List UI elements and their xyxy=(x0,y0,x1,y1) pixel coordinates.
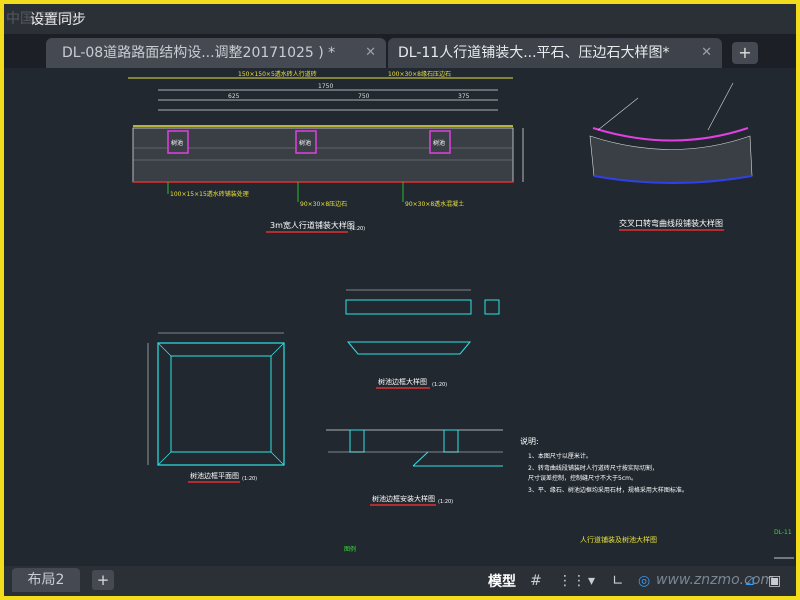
dim-right: 375 xyxy=(458,93,470,100)
status-bar: 布局2 + 模型 # ⋮⋮ ▾ ∟ ◎ www.znzmo.com ⊿ ▣ xyxy=(4,566,796,596)
corner-mark: 图例 xyxy=(344,545,356,553)
stone-scale: (1:20) xyxy=(432,382,447,388)
callout-bottom-3: 90×30×8透水混凝土 xyxy=(405,200,464,208)
tab-dl11[interactable]: DL-11人行道铺装大...平石、压边石大样图* ✕ xyxy=(388,38,722,68)
cad-drawing: 150×150×5透水砖人行道砖 100×30×8缘石压边石 1750 625 … xyxy=(128,70,794,559)
sheet-title: 人行道铺装及树池大样图 xyxy=(580,535,657,544)
install-section: 树池边框安装大样图 (1:20) xyxy=(326,429,503,506)
tab-label: DL-08道路路面结构设...调整20171025 ) * xyxy=(62,45,336,61)
square-title: 树池边框平面图 xyxy=(190,471,239,480)
note-line: 2、转弯曲线段铺装时人行道砖尺寸按实际切割， xyxy=(528,464,658,472)
callout-bottom-2: 90×30×8压边石 xyxy=(300,200,347,208)
new-tab-button[interactable]: + xyxy=(732,42,758,64)
app-window: 中国建筑网 设置同步 DL-08道路路面结构设...调整20171025 ) *… xyxy=(0,0,800,600)
chevron-down-icon[interactable]: ▾ xyxy=(588,570,595,592)
model-space-button[interactable]: 模型 xyxy=(488,571,524,593)
dim-mid: 750 xyxy=(358,93,370,100)
add-layout-button[interactable]: + xyxy=(92,570,114,590)
tab-label: DL-11人行道铺装大...平石、压边石大样图* xyxy=(398,45,670,61)
plan-title: 3m宽人行道铺装大样图 xyxy=(270,220,355,230)
tree-pit-label: 树池 xyxy=(433,139,445,147)
close-icon[interactable]: ✕ xyxy=(365,38,376,68)
stone-title: 树池边框大样图 xyxy=(378,377,427,386)
note-line: 3、平、缘石、树池边框均采用石材，规格采用大样图标准。 xyxy=(528,486,688,494)
polar-tracking-icon[interactable]: ◎ xyxy=(638,570,650,592)
callout-top-right: 100×30×8缘石压边石 xyxy=(388,70,451,78)
tree-pit-plan: 树池边框平面图 (1:20) xyxy=(147,332,285,483)
section-title: 树池边框安装大样图 xyxy=(372,494,435,503)
object-snap-icon[interactable]: ⊿ xyxy=(744,570,756,592)
watermark-text: www.znzmo.com xyxy=(656,572,775,588)
plan-scale: (1:20) xyxy=(350,226,365,232)
document-tab-bar: DL-08道路路面结构设...调整20171025 ) * ✕ DL-11人行道… xyxy=(4,34,796,68)
note-line: 尺寸误差控制，控制缝尺寸不大于5cm。 xyxy=(528,474,637,482)
note-line: 1、本图尺寸以厘米计。 xyxy=(528,452,592,460)
callout-top-left: 150×150×5透水砖人行道砖 xyxy=(238,70,317,78)
workspace-icon[interactable]: ▣ xyxy=(768,570,781,592)
callout-bottom-1: 100×15×15透水砖铺装处理 xyxy=(170,190,249,198)
stone-detail: 树池边框大样图 (1:20) xyxy=(345,289,500,389)
curve-title: 交叉口转弯曲线段铺装大样图 xyxy=(619,218,723,228)
dim-left: 625 xyxy=(228,93,240,100)
curve-detail: 交叉口转弯曲线段铺装大样图 xyxy=(589,82,753,231)
titlebar: 中国建筑网 设置同步 xyxy=(4,4,796,34)
tree-pit-label: 树池 xyxy=(299,139,311,147)
grid-icon[interactable]: # xyxy=(530,570,542,592)
tree-pit-label: 树池 xyxy=(171,139,183,147)
sidewalk-plan: 150×150×5透水砖人行道砖 100×30×8缘石压边石 1750 625 … xyxy=(128,70,524,233)
tab-layout2[interactable]: 布局2 xyxy=(12,568,80,592)
snap-grid-icon[interactable]: ⋮⋮ xyxy=(558,570,586,592)
square-scale: (1:20) xyxy=(242,476,257,482)
sheet-number: DL-11 xyxy=(774,529,792,536)
section-scale: (1:20) xyxy=(438,499,453,505)
ortho-icon[interactable]: ∟ xyxy=(612,570,624,592)
sync-settings-button[interactable]: 设置同步 xyxy=(30,9,86,29)
close-icon[interactable]: ✕ xyxy=(701,38,712,68)
tab-dl08[interactable]: DL-08道路路面结构设...调整20171025 ) * ✕ xyxy=(46,38,386,68)
notes-heading: 说明: xyxy=(520,436,539,446)
dim-total: 1750 xyxy=(318,83,333,90)
drawing-canvas[interactable]: 150×150×5透水砖人行道砖 100×30×8缘石压边石 1750 625 … xyxy=(8,68,796,564)
